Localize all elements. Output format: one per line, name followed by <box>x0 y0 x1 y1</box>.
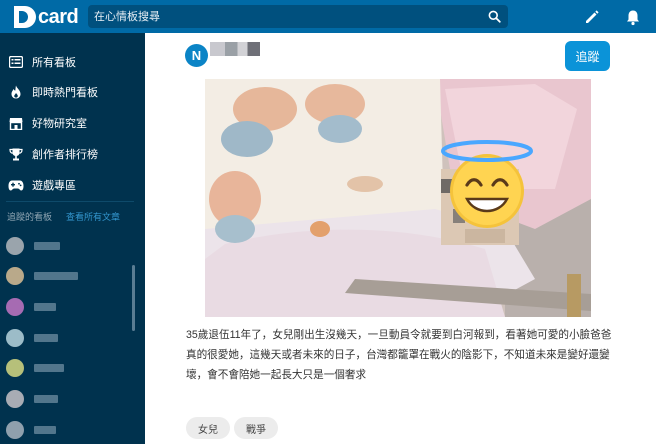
follow-button[interactable]: 追蹤 <box>565 41 610 71</box>
sidebar-item-label: 所有看板 <box>32 57 76 69</box>
board-name-blurred <box>34 303 56 311</box>
followed-board-item[interactable] <box>6 266 78 286</box>
board-name-blurred <box>34 364 64 372</box>
post-photo[interactable] <box>205 79 591 317</box>
sidebar-item-creator-ranking[interactable]: 創作者排行榜 <box>8 144 136 164</box>
notifications-button[interactable] <box>623 7 643 27</box>
write-post-button[interactable] <box>582 7 602 27</box>
sidebar-divider <box>6 201 134 202</box>
sidebar-item-all-boards[interactable]: 所有看板 <box>8 52 136 72</box>
board-avatar <box>6 267 24 285</box>
sidebar-item-label: 創作者排行榜 <box>32 149 98 161</box>
followed-board-item[interactable] <box>6 420 56 440</box>
followed-board-item[interactable] <box>6 236 60 256</box>
followed-board-item[interactable] <box>6 328 58 348</box>
sidebar-item-goods-lab[interactable]: 好物研究室 <box>8 113 136 133</box>
followed-board-item[interactable] <box>6 297 56 317</box>
sidebar: 所有看板 即時熱門看板 好物研究室 創作者排行榜 遊戲專區 追蹤的看板 查看所有… <box>0 33 140 444</box>
board-name-blurred <box>34 242 60 250</box>
top-bar: card <box>0 0 656 33</box>
sidebar-item-label: 即時熱門看板 <box>32 87 98 99</box>
followed-board-item[interactable] <box>6 358 64 378</box>
search-button[interactable] <box>480 5 508 28</box>
trophy-icon <box>8 146 24 162</box>
pencil-icon <box>586 10 599 23</box>
dcard-logo[interactable]: card <box>14 5 79 29</box>
tag-daughter[interactable]: 女兒 <box>186 417 230 439</box>
search-input[interactable] <box>94 8 474 25</box>
list-icon <box>8 54 24 70</box>
view-all-posts-link[interactable]: 查看所有文章 <box>66 210 120 223</box>
post-photo-illustration <box>205 79 591 317</box>
board-avatar <box>6 359 24 377</box>
board-name-blurred <box>34 395 58 403</box>
fire-icon <box>8 84 24 100</box>
board-avatar <box>6 421 24 439</box>
sidebar-item-hot-boards[interactable]: 即時熱門看板 <box>8 82 136 102</box>
followed-board-item[interactable] <box>6 389 58 409</box>
gamepad-icon <box>8 177 24 193</box>
board-name-blurred <box>34 426 56 434</box>
board-avatar <box>6 329 24 347</box>
board-name-blurred <box>34 272 78 280</box>
tag-war[interactable]: 戰爭 <box>234 417 278 439</box>
sidebar-item-label: 好物研究室 <box>32 118 87 130</box>
logo-text: card <box>38 5 79 28</box>
followed-boards-title: 追蹤的看板 <box>7 212 53 222</box>
store-icon <box>8 115 24 131</box>
author-name-blurred <box>210 42 260 56</box>
board-avatar <box>6 390 24 408</box>
sidebar-item-label: 遊戲專區 <box>32 180 76 192</box>
board-name-blurred <box>34 334 58 342</box>
post-body: 35歲退伍11年了，女兒剛出生沒幾天，一旦動員令就要到白河報到，看著她可愛的小臉… <box>186 329 612 381</box>
bell-icon <box>627 10 639 25</box>
board-avatar <box>6 298 24 316</box>
sidebar-scrollbar[interactable] <box>132 265 135 331</box>
sidebar-item-gaming[interactable]: 遊戲專區 <box>8 175 136 195</box>
search-bar <box>88 5 508 28</box>
post-panel: N 追蹤 35歲退伍11年了，女兒剛出生沒幾天，一旦動員令就要到白河報到，看著她… <box>145 33 656 444</box>
author-avatar[interactable]: N <box>185 44 208 67</box>
dcard-logo-mark <box>14 6 36 28</box>
search-icon <box>488 10 501 23</box>
board-avatar <box>6 237 24 255</box>
